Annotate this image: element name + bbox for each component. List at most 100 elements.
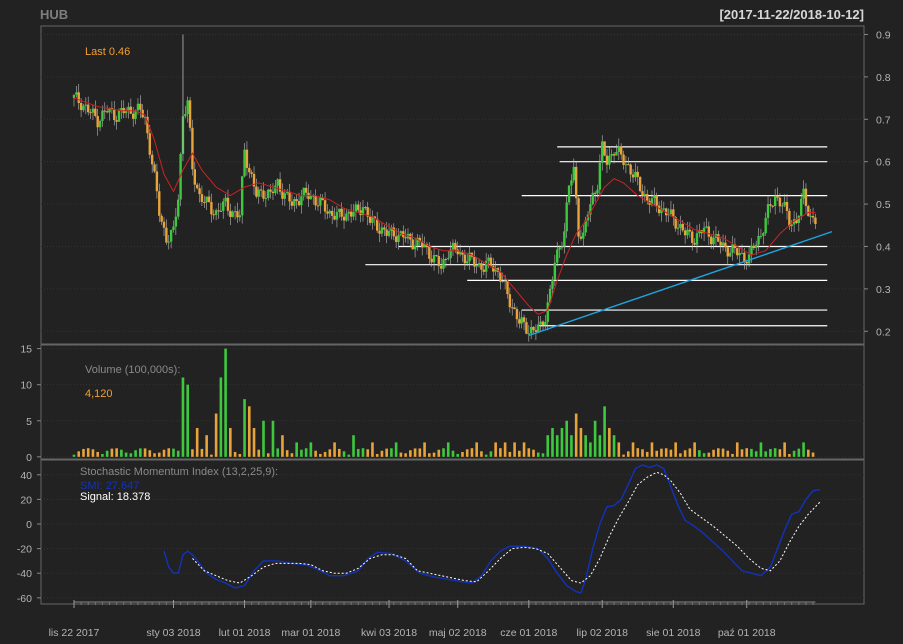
candle-body <box>103 110 106 112</box>
volume-bar <box>181 377 185 457</box>
candle-body <box>612 154 616 156</box>
candle-body <box>643 194 647 196</box>
candle-body <box>167 241 170 243</box>
candle-body <box>297 201 301 206</box>
candle-body <box>811 216 815 218</box>
chart-title-symbol: HUB <box>40 7 68 22</box>
price-panel-frame <box>40 25 865 345</box>
volume-bar <box>802 442 805 457</box>
volume-bar <box>157 452 161 457</box>
candle-body <box>769 204 772 206</box>
volume-bar <box>437 449 441 457</box>
candle-body <box>439 266 443 269</box>
volume-bar <box>513 442 516 457</box>
candle-body <box>601 141 604 163</box>
price-tick-label: 0.6 <box>876 157 891 169</box>
candle-body <box>728 252 732 257</box>
volume-bar <box>409 450 412 457</box>
candle-body <box>94 108 97 116</box>
last-value: 0.46 <box>109 46 130 58</box>
candle-body <box>248 167 251 173</box>
volume-bar <box>608 427 611 457</box>
volume-bar <box>674 442 677 457</box>
volume-bar <box>664 448 668 457</box>
volume-bar <box>631 442 635 457</box>
candle-body <box>207 196 211 203</box>
price-tick-label: 0.9 <box>876 29 891 41</box>
candle-body <box>243 149 246 177</box>
last-price-annotation: Last 0.46 <box>85 46 130 58</box>
candle-body <box>608 155 611 165</box>
volume-bar <box>262 420 265 457</box>
volume-bar <box>266 453 270 457</box>
candle-body <box>335 211 339 220</box>
candle-body <box>262 190 265 199</box>
candle-body <box>188 100 192 128</box>
smi-tick-label: 20 <box>20 494 32 506</box>
candle-body <box>255 186 258 197</box>
candle-body <box>771 205 774 207</box>
candle-body <box>593 192 597 194</box>
candle-body <box>634 171 637 178</box>
volume-bars <box>72 348 815 457</box>
volume-bar <box>120 449 123 457</box>
candle-body <box>567 185 571 203</box>
candle-body <box>759 235 763 237</box>
volume-bar <box>101 453 104 457</box>
x-tick-label: cze 01 2018 <box>500 627 557 639</box>
candle-body <box>281 191 284 199</box>
smi-tick-label: -20 <box>17 544 32 556</box>
volume-bar <box>693 442 696 457</box>
candle-body <box>295 199 298 202</box>
volume-bar <box>475 442 478 457</box>
smi-grid <box>41 474 864 599</box>
candle-body <box>172 226 175 230</box>
volume-bar <box>731 453 734 457</box>
volume-bar <box>380 450 384 457</box>
candle-body <box>527 333 530 335</box>
volume-bar <box>105 450 109 457</box>
candle-body <box>205 196 208 203</box>
candle-body <box>338 208 341 212</box>
candle-body <box>444 259 448 261</box>
volume-bar <box>195 427 199 457</box>
candle-body <box>797 215 801 224</box>
volume-bar <box>645 451 649 457</box>
volume-bar <box>134 450 137 457</box>
candle-body <box>622 154 625 165</box>
volume-bar <box>295 442 298 457</box>
volume-bar <box>77 451 81 457</box>
candle-body <box>264 198 268 200</box>
candle-body <box>757 235 760 245</box>
volume-bar <box>546 435 550 457</box>
candle-body <box>619 146 623 155</box>
x-tick-label: lip 02 2018 <box>577 627 629 639</box>
candle-body <box>679 223 682 228</box>
volume-bar <box>285 450 289 457</box>
price-tick-label: 0.7 <box>876 114 891 126</box>
candle-body <box>541 321 545 326</box>
volume-bar <box>484 454 488 457</box>
volume-bar <box>82 448 85 457</box>
candle-body <box>627 164 630 166</box>
candle-body <box>558 247 561 250</box>
candle-body <box>428 246 431 259</box>
candle-body <box>404 237 407 239</box>
candle-body <box>257 189 260 197</box>
volume-bar <box>96 451 99 457</box>
candle-body <box>529 326 533 334</box>
volume-bar <box>584 435 587 457</box>
volume-bar <box>432 452 436 457</box>
candle-body <box>354 204 358 213</box>
volume-bar <box>361 448 365 457</box>
volume-last-value: 4,120 <box>85 388 113 400</box>
volume-bar <box>153 453 156 457</box>
volume-bar <box>717 448 720 457</box>
last-label: Last <box>85 46 106 58</box>
candle-body <box>113 109 116 121</box>
candle-body <box>631 174 635 178</box>
volume-bar <box>300 449 303 457</box>
candle-body <box>319 197 322 206</box>
candle-body <box>240 176 244 216</box>
candle-body <box>501 281 504 283</box>
